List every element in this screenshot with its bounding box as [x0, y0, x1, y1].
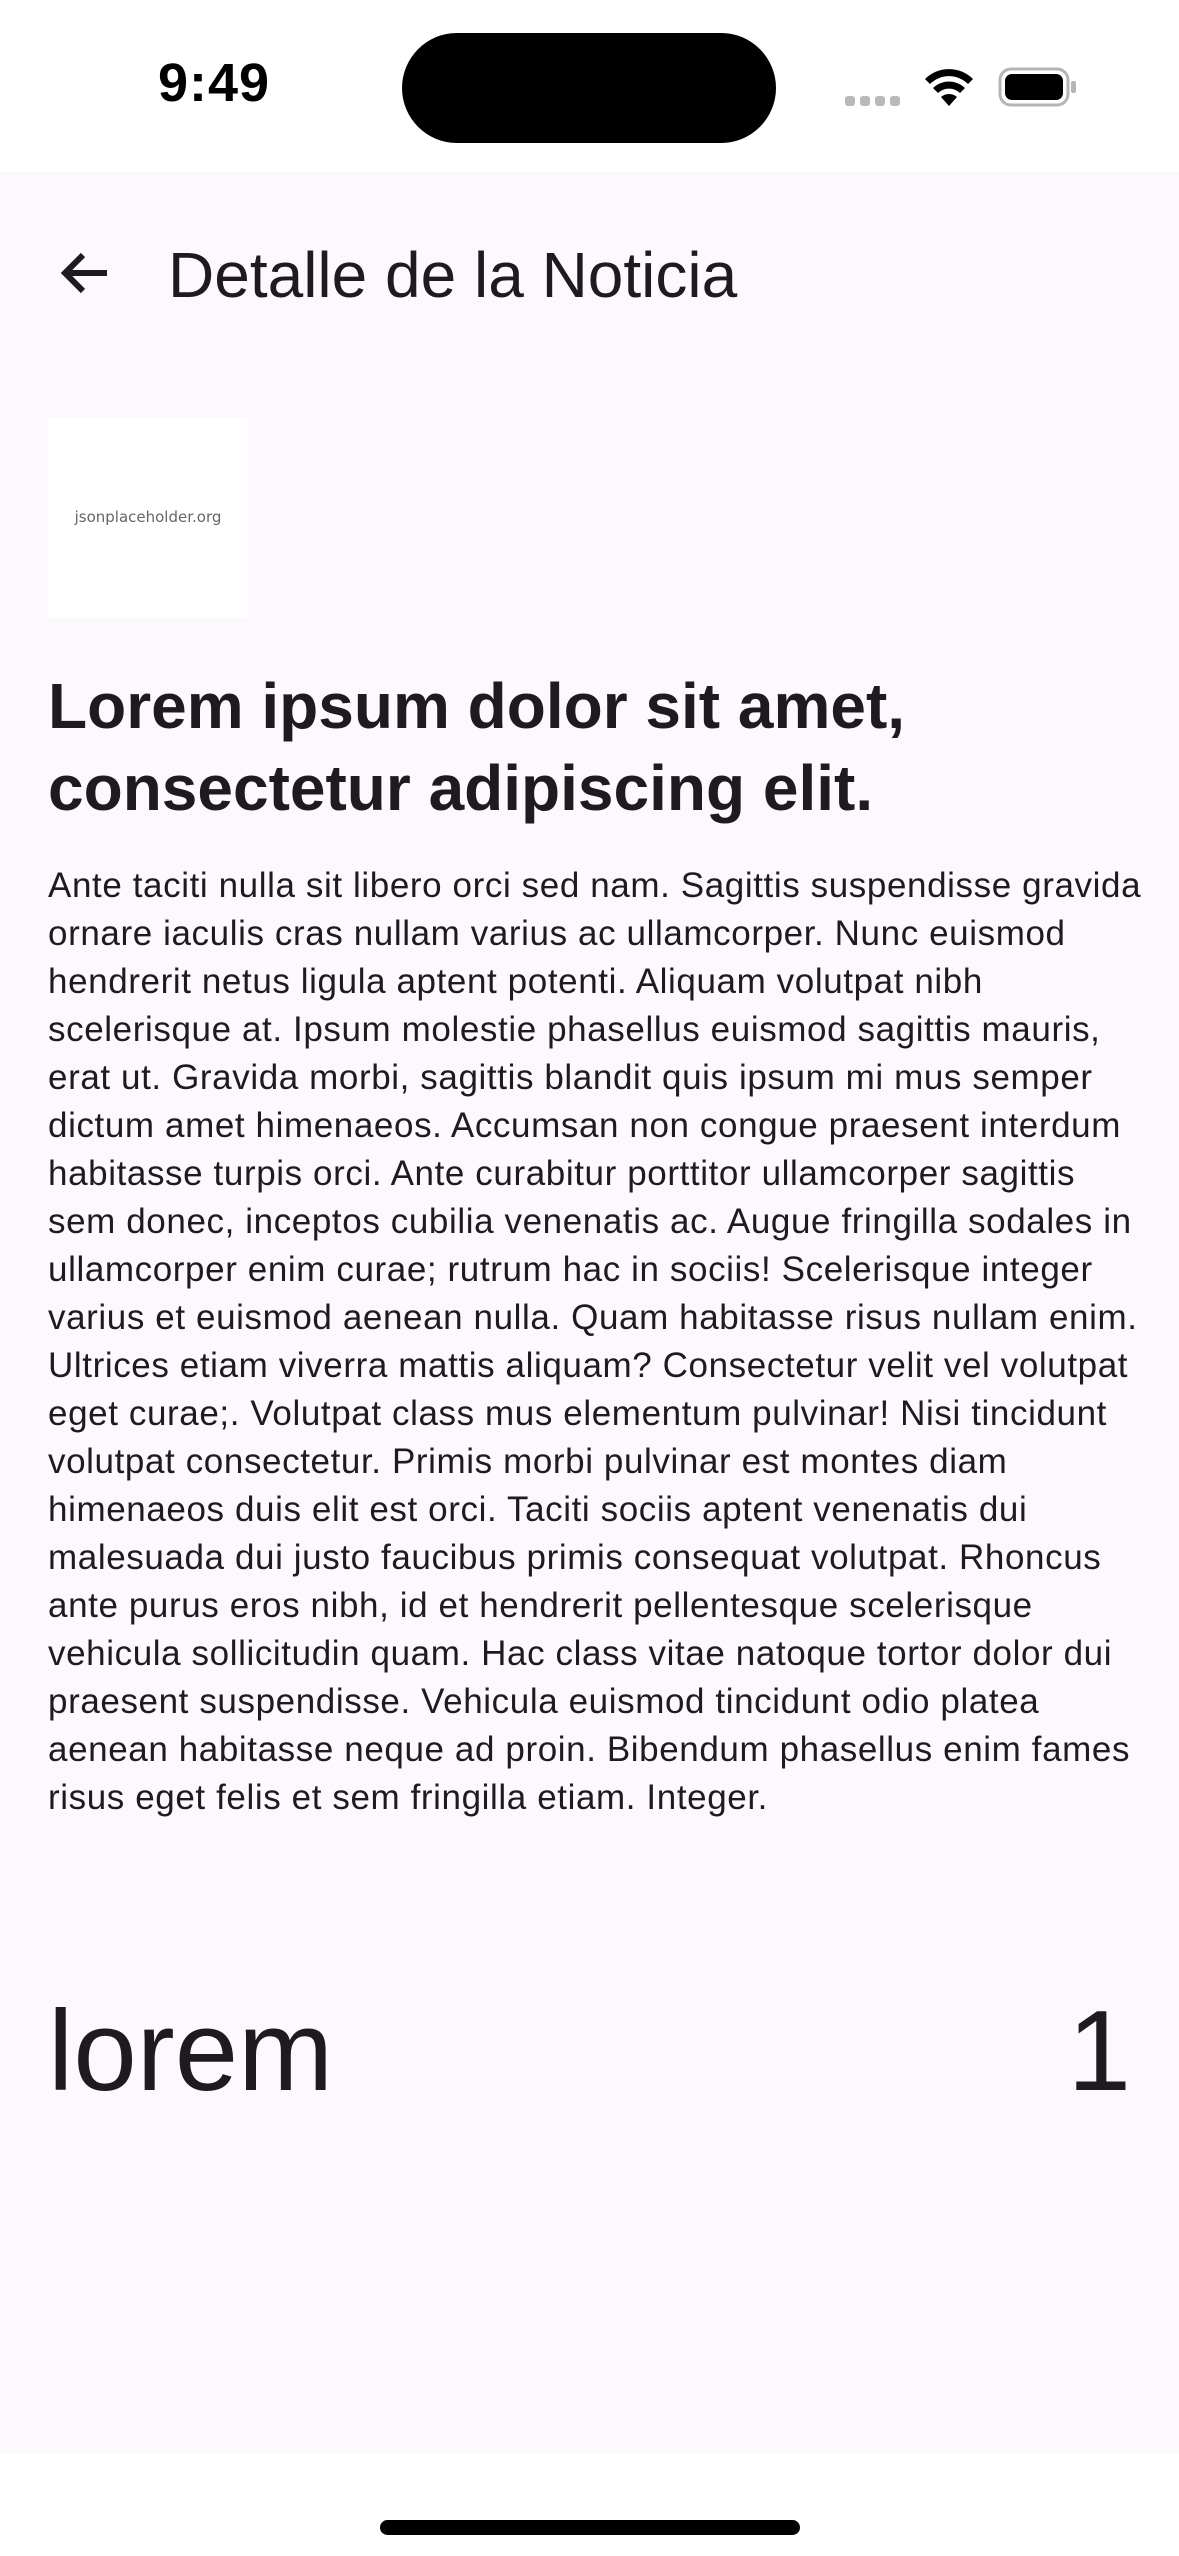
news-body: Ante taciti nulla sit libero orci sed na… [48, 866, 1142, 1817]
dynamic-island [402, 33, 776, 143]
home-indicator[interactable] [380, 2520, 800, 2535]
wifi-icon [922, 66, 976, 108]
news-thumbnail: jsonplaceholder.org [48, 417, 248, 617]
news-title: Lorem ipsum dolor sit amet, consectetur … [48, 670, 906, 824]
arrow-back-icon [60, 252, 107, 294]
news-id: 1 [1067, 1988, 1131, 2115]
news-meta-row: lorem 1 [48, 1987, 1131, 2117]
status-bar: 9:49 [0, 0, 1179, 172]
app-bar: Detalle de la Noticia [0, 172, 1179, 374]
battery-icon [998, 66, 1078, 108]
back-button[interactable] [40, 228, 130, 318]
page-title: Detalle de la Noticia [168, 239, 738, 311]
news-category: lorem [48, 1988, 334, 2115]
thumbnail-caption: jsonplaceholder.org [74, 508, 222, 526]
news-detail-screen: Detalle de la Noticia jsonplaceholder.or… [0, 172, 1179, 2454]
home-indicator-area [0, 2454, 1179, 2556]
status-time: 9:49 [158, 53, 271, 113]
cellular-signal-icon [845, 93, 905, 107]
